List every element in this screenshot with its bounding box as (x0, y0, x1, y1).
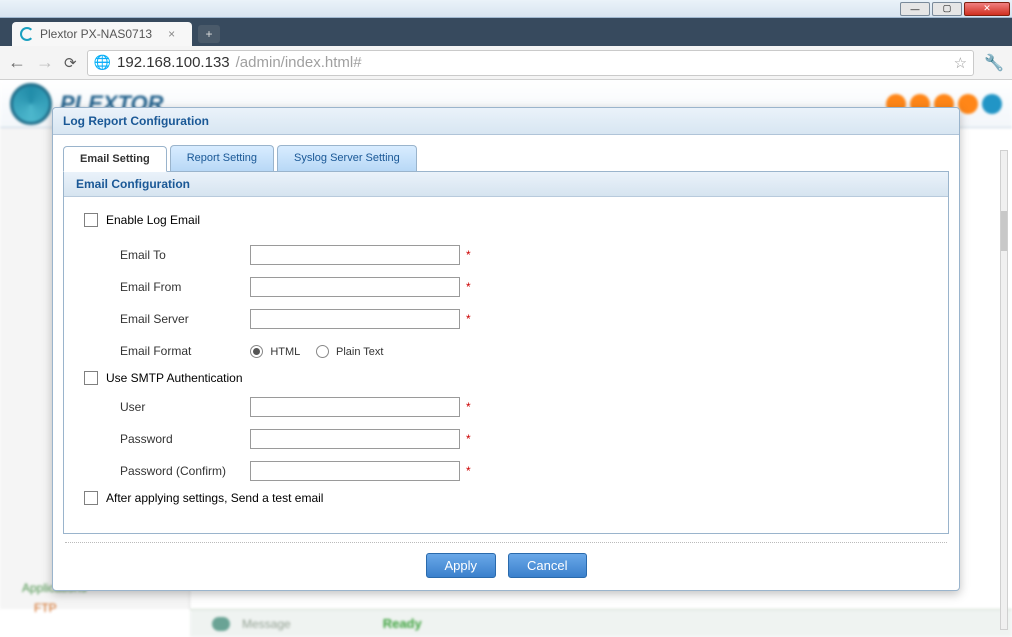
globe-icon: 🌐 (94, 54, 111, 71)
window-titlebar: — ▢ ✕ (0, 0, 1012, 18)
required-mark: * (466, 432, 471, 446)
header-action-icon[interactable] (958, 94, 978, 114)
enable-log-email-label: Enable Log Email (106, 213, 200, 227)
email-format-label: Email Format (120, 344, 250, 358)
page-body: PLEXTOR Applications FTP Message Ready L… (0, 80, 1012, 637)
window-maximize-button[interactable]: ▢ (932, 2, 962, 16)
enable-log-email-row: Enable Log Email (84, 213, 928, 227)
required-mark: * (466, 248, 471, 262)
tab-close-icon[interactable]: × (168, 27, 175, 41)
divider (65, 542, 947, 543)
settings-wrench-icon[interactable]: 🔧 (984, 53, 1004, 73)
smtp-auth-checkbox[interactable] (84, 371, 98, 385)
send-test-email-label: After applying settings, Send a test ema… (106, 491, 323, 505)
scrollbar[interactable] (1000, 150, 1008, 630)
nav-back-icon[interactable]: ← (8, 52, 26, 73)
status-ready: Ready (383, 616, 422, 631)
dialog-title: Log Report Configuration (53, 108, 959, 135)
header-action-icon[interactable] (982, 94, 1002, 114)
user-input[interactable] (250, 397, 460, 417)
password-confirm-label: Password (Confirm) (120, 464, 250, 478)
required-mark: * (466, 400, 471, 414)
email-from-input[interactable] (250, 277, 460, 297)
dialog-tabs: Email Setting Report Setting Syslog Serv… (63, 145, 949, 171)
brand-logo-icon (10, 83, 52, 125)
apply-button[interactable]: Apply (426, 553, 497, 578)
email-format-plain-label: Plain Text (336, 346, 384, 358)
email-server-input[interactable] (250, 309, 460, 329)
required-mark: * (466, 464, 471, 478)
new-tab-button[interactable]: + (198, 25, 220, 43)
browser-tab-bar: Plextor PX-NAS0713 × + (0, 18, 1012, 46)
required-mark: * (466, 280, 471, 294)
required-mark: * (466, 312, 471, 326)
address-bar[interactable]: 🌐 192.168.100.133/admin/index.html# ☆ (87, 50, 975, 76)
log-report-config-dialog: Log Report Configuration Email Setting R… (52, 107, 960, 591)
message-icon (212, 617, 230, 631)
browser-toolbar: ← → ⟳ 🌐 192.168.100.133/admin/index.html… (0, 46, 1012, 80)
smtp-auth-label: Use SMTP Authentication (106, 371, 243, 385)
sidebar-item-ftp[interactable]: FTP (8, 598, 181, 618)
tab-syslog-server-setting[interactable]: Syslog Server Setting (277, 145, 417, 171)
email-to-input[interactable] (250, 245, 460, 265)
email-from-label: Email From (120, 280, 250, 294)
section-header: Email Configuration (64, 172, 948, 197)
url-path: /admin/index.html# (236, 54, 362, 71)
user-label: User (120, 400, 250, 414)
password-confirm-input[interactable] (250, 461, 460, 481)
nav-forward-icon[interactable]: → (36, 52, 54, 73)
password-label: Password (120, 432, 250, 446)
email-format-html-radio[interactable] (250, 345, 263, 358)
status-message-label: Message (242, 617, 291, 631)
email-format-html-label: HTML (270, 346, 300, 358)
email-format-plain-radio[interactable] (316, 345, 329, 358)
favicon-icon (20, 27, 34, 41)
url-host: 192.168.100.133 (117, 54, 230, 71)
bookmark-star-icon[interactable]: ☆ (954, 54, 967, 72)
scrollbar-thumb[interactable] (1001, 211, 1007, 251)
browser-tab-active[interactable]: Plextor PX-NAS0713 × (12, 22, 192, 46)
tab-email-setting[interactable]: Email Setting (63, 146, 167, 172)
tab-panel-email: Email Configuration Enable Log Email Ema… (63, 171, 949, 534)
window-close-button[interactable]: ✕ (964, 2, 1010, 16)
email-to-label: Email To (120, 248, 250, 262)
enable-log-email-checkbox[interactable] (84, 213, 98, 227)
tab-report-setting[interactable]: Report Setting (170, 145, 274, 171)
reload-icon[interactable]: ⟳ (64, 54, 77, 72)
email-server-label: Email Server (120, 312, 250, 326)
window-minimize-button[interactable]: — (900, 2, 930, 16)
cancel-button[interactable]: Cancel (508, 553, 586, 578)
password-input[interactable] (250, 429, 460, 449)
dialog-button-row: Apply Cancel (63, 553, 949, 578)
browser-tab-title: Plextor PX-NAS0713 (40, 27, 152, 41)
send-test-email-checkbox[interactable] (84, 491, 98, 505)
